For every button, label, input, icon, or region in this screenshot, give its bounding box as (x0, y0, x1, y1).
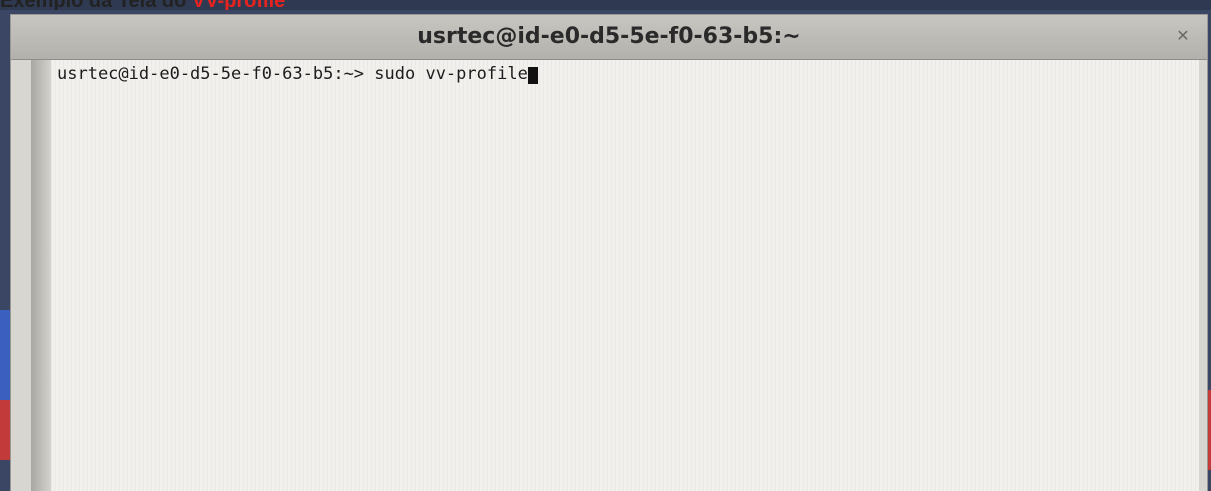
photo-frame: usrtec@id-e0-d5-5e-f0-63-b5:~ ✕ usrtec@i… (0, 10, 1211, 491)
terminal-left-edge (31, 60, 51, 491)
terminal-output-area[interactable]: usrtec@id-e0-d5-5e-f0-63-b5:~> sudo vv-p… (51, 60, 1199, 491)
window-titlebar[interactable]: usrtec@id-e0-d5-5e-f0-63-b5:~ ✕ (11, 15, 1207, 60)
text-cursor (527, 67, 538, 84)
terminal-command-line: usrtec@id-e0-d5-5e-f0-63-b5:~> sudo vv-p… (57, 64, 538, 84)
terminal-prompt: usrtec@id-e0-d5-5e-f0-63-b5:~> (57, 64, 375, 84)
terminal-window[interactable]: usrtec@id-e0-d5-5e-f0-63-b5:~ ✕ usrtec@i… (10, 14, 1208, 491)
close-icon[interactable]: ✕ (1173, 27, 1193, 47)
window-title: usrtec@id-e0-d5-5e-f0-63-b5:~ (417, 24, 801, 49)
terminal-command: sudo vv-profile (374, 64, 528, 84)
